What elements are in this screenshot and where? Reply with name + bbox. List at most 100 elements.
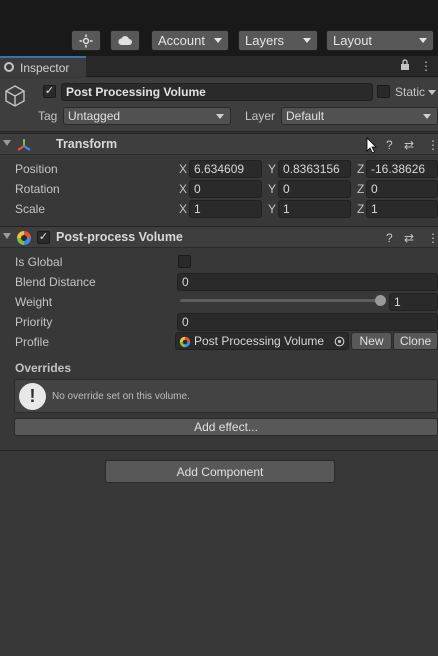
- cloud-button[interactable]: [110, 30, 140, 51]
- layers-label: Layers: [245, 33, 285, 48]
- volume-header[interactable]: ✓ Post-process Volume ? ⇄ ⋮: [0, 226, 438, 248]
- position-z-value: -16.38626: [371, 162, 426, 176]
- post-process-profile-icon: [179, 336, 191, 348]
- inspector-tabbar: Inspector ⋮: [0, 56, 438, 77]
- kebab-menu-icon[interactable]: ⋮: [420, 59, 432, 73]
- scale-x-field[interactable]: 1: [189, 200, 262, 218]
- rotation-z-field[interactable]: 0: [366, 180, 438, 198]
- rotation-z-value: 0: [371, 182, 378, 196]
- weight-slider-track[interactable]: [180, 299, 380, 302]
- transform-header[interactable]: Transform ? ⇄ ⋮: [0, 133, 438, 155]
- scale-x-value: 1: [194, 202, 201, 216]
- layer-label: Layer: [245, 109, 276, 123]
- transform-title: Transform: [56, 137, 118, 151]
- chevron-down-icon: [214, 38, 222, 43]
- blend-distance-value: 0: [182, 275, 189, 289]
- weight-slider-thumb[interactable]: [375, 295, 386, 306]
- axis-z-label: Z: [357, 162, 365, 176]
- axis-x-label: X: [179, 162, 188, 176]
- position-x-value: 6.634609: [194, 162, 245, 176]
- is-global-label: Is Global: [15, 255, 63, 269]
- static-caret-icon[interactable]: [428, 90, 436, 95]
- preset-sliders-icon[interactable]: ⇄: [404, 138, 414, 152]
- position-z-field[interactable]: -16.38626: [366, 160, 438, 178]
- preset-sliders-icon[interactable]: ⇄: [404, 231, 414, 245]
- layer-value: Default: [286, 109, 325, 123]
- scale-z-field[interactable]: 1: [366, 200, 438, 218]
- new-label: New: [359, 334, 384, 348]
- profile-object-field[interactable]: Post Processing Volume: [175, 332, 349, 350]
- kebab-menu-icon[interactable]: ⋮: [427, 138, 438, 152]
- tab-label: Inspector: [20, 60, 70, 75]
- mouse-cursor-icon: [366, 137, 377, 154]
- kebab-menu-icon[interactable]: ⋮: [427, 231, 438, 245]
- scale-y-value: 1: [283, 202, 290, 216]
- priority-field[interactable]: 0: [177, 313, 438, 331]
- tag-dropdown[interactable]: Untagged: [63, 107, 231, 125]
- collab-button[interactable]: [71, 30, 101, 51]
- static-checkbox[interactable]: [377, 85, 390, 98]
- add-effect-button[interactable]: Add effect...: [14, 418, 438, 436]
- profile-value: Post Processing Volume: [194, 334, 325, 348]
- blend-distance-label: Blend Distance: [15, 275, 96, 289]
- chevron-down-icon: [303, 38, 311, 43]
- layers-dropdown[interactable]: Layers: [238, 30, 318, 51]
- help-icon[interactable]: ?: [386, 138, 393, 152]
- axis-y-label: Y: [268, 202, 277, 216]
- position-y-field[interactable]: 0.8363156: [278, 160, 351, 178]
- top-toolbar: Account Layers Layout: [0, 0, 438, 56]
- foldout-arrow-icon[interactable]: [3, 233, 11, 239]
- tag-value: Untagged: [68, 109, 121, 123]
- volume-title: Post-process Volume: [56, 230, 183, 244]
- active-checkbox[interactable]: ✓: [43, 85, 56, 98]
- lock-icon[interactable]: [400, 59, 410, 73]
- object-name-text: Post Processing Volume: [66, 85, 206, 99]
- collab-icon: [79, 34, 93, 47]
- weight-field[interactable]: 1: [389, 293, 438, 311]
- no-override-helpbox: ! No override set on this volume.: [14, 379, 438, 413]
- tag-label: Tag: [38, 109, 58, 123]
- axis-z-label: Z: [357, 202, 365, 216]
- exclamation-icon: !: [19, 383, 46, 410]
- priority-label: Priority: [15, 315, 53, 329]
- object-name-field[interactable]: Post Processing Volume: [61, 83, 373, 101]
- layer-dropdown[interactable]: Default: [281, 107, 438, 125]
- rotation-x-value: 0: [194, 182, 201, 196]
- axis-z-label: Z: [357, 182, 365, 196]
- cloud-icon: [118, 36, 132, 45]
- weight-label: Weight: [15, 295, 53, 309]
- post-process-icon: [17, 231, 31, 245]
- is-global-checkbox[interactable]: [178, 255, 191, 268]
- rotation-y-value: 0: [283, 182, 290, 196]
- position-x-field[interactable]: 6.634609: [189, 160, 262, 178]
- position-label: Position: [15, 162, 58, 176]
- new-profile-button[interactable]: New: [351, 332, 392, 350]
- info-icon: [4, 62, 14, 72]
- axis-y-label: Y: [268, 162, 277, 176]
- gameobject-cube-icon: [5, 85, 25, 107]
- rotation-y-field[interactable]: 0: [278, 180, 351, 198]
- layout-label: Layout: [333, 33, 373, 48]
- add-component-button[interactable]: Add Component: [105, 460, 335, 483]
- account-dropdown[interactable]: Account: [151, 30, 229, 51]
- static-label: Static: [395, 85, 426, 99]
- rotation-x-field[interactable]: 0: [189, 180, 262, 198]
- object-header: ✓ Post Processing Volume Static Tag Unta…: [0, 78, 438, 132]
- scale-y-field[interactable]: 1: [278, 200, 351, 218]
- axis-y-label: Y: [268, 182, 277, 196]
- help-icon[interactable]: ?: [386, 231, 393, 245]
- chevron-down-icon: [423, 114, 431, 119]
- volume-enabled-checkbox[interactable]: ✓: [37, 231, 50, 244]
- chevron-down-icon: [419, 38, 427, 43]
- clone-profile-button[interactable]: Clone: [393, 332, 438, 350]
- layout-dropdown[interactable]: Layout: [326, 30, 434, 51]
- tab-tools: ⋮: [400, 59, 432, 73]
- no-override-message: No override set on this volume.: [52, 391, 190, 402]
- object-picker-icon[interactable]: [334, 336, 345, 347]
- foldout-arrow-icon[interactable]: [3, 140, 11, 146]
- add-component-label: Add Component: [176, 464, 264, 479]
- chevron-down-icon: [216, 114, 224, 119]
- tab-inspector[interactable]: Inspector: [0, 56, 86, 77]
- overrides-heading: Overrides: [15, 361, 72, 375]
- blend-distance-field[interactable]: 0: [177, 273, 438, 291]
